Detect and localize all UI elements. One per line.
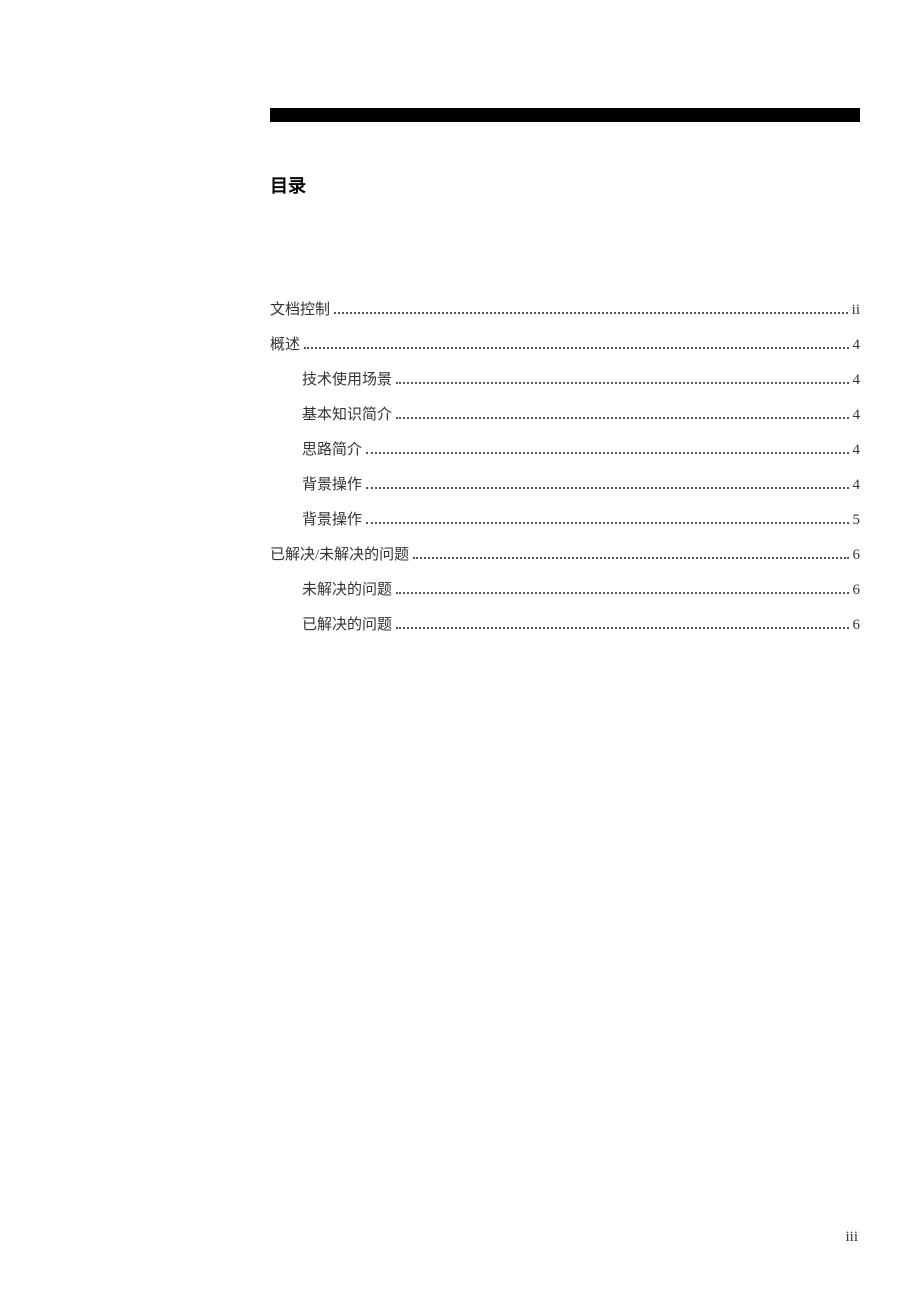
toc-entry[interactable]: 文档控制 ii [270,298,860,319]
toc-leader-dots [366,452,848,454]
toc-entry-page: 6 [853,582,861,599]
toc-entry-page: ii [852,302,860,319]
toc-entry-page: 4 [853,372,861,389]
toc-title: 目录 [270,172,860,198]
toc-leader-dots [396,627,848,629]
toc-list: 文档控制 ii 概述 4 技术使用场景 4 基本知识简介 4 思路简介 4 背景操作 4 背景操作 5 已解… [270,298,860,634]
toc-leader-dots [396,592,848,594]
toc-entry-label: 技术使用场景 [302,368,392,389]
toc-leader-dots [304,347,848,349]
toc-entry-page: 4 [853,407,861,424]
page-number: iii [845,1229,858,1246]
toc-entry[interactable]: 未解决的问题 6 [302,578,860,599]
toc-leader-dots [334,312,848,314]
toc-entry[interactable]: 技术使用场景 4 [302,368,860,389]
document-content: 目录 文档控制ii概述4技术使用场景4基本知识简介4思路简介4背景操作4背景操作… [270,122,860,634]
toc-entry-page: 4 [853,442,861,459]
toc-entry-page: 6 [853,547,861,564]
toc-entry[interactable]: 背景操作 4 [302,473,860,494]
toc-entry-page: 4 [853,477,861,494]
toc-entry-page: 5 [853,512,861,529]
toc-leader-dots [366,487,848,489]
toc-leader-dots [366,522,848,524]
toc-entry-label: 未解决的问题 [302,578,392,599]
toc-entry-label: 思路简介 [302,438,362,459]
toc-entry-label: 已解决的问题 [302,613,392,634]
toc-entry-page: 4 [853,337,861,354]
toc-entry-label: 文档控制 [270,298,330,319]
header-bar [270,108,860,122]
toc-leader-dots [396,382,848,384]
toc-entry[interactable]: 背景操作 5 [302,508,860,529]
toc-entry-label: 概述 [270,333,300,354]
toc-leader-dots [396,417,848,419]
toc-entry-label: 背景操作 [302,508,362,529]
toc-entry[interactable]: 思路简介 4 [302,438,860,459]
toc-entry[interactable]: 概述 4 [270,333,860,354]
toc-entry[interactable]: 已解决的问题 6 [302,613,860,634]
toc-entry-label: 基本知识简介 [302,403,392,424]
toc-leader-dots [413,557,848,559]
toc-entry-label: 已解决/未解决的问题 [270,543,409,564]
toc-entry[interactable]: 已解决/未解决的问题 6 [270,543,860,564]
document-page: 目录 文档控制ii概述4技术使用场景4基本知识简介4思路简介4背景操作4背景操作… [0,0,920,708]
toc-entry-page: 6 [853,617,861,634]
toc-entry[interactable]: 基本知识简介 4 [302,403,860,424]
toc-entry-label: 背景操作 [302,473,362,494]
